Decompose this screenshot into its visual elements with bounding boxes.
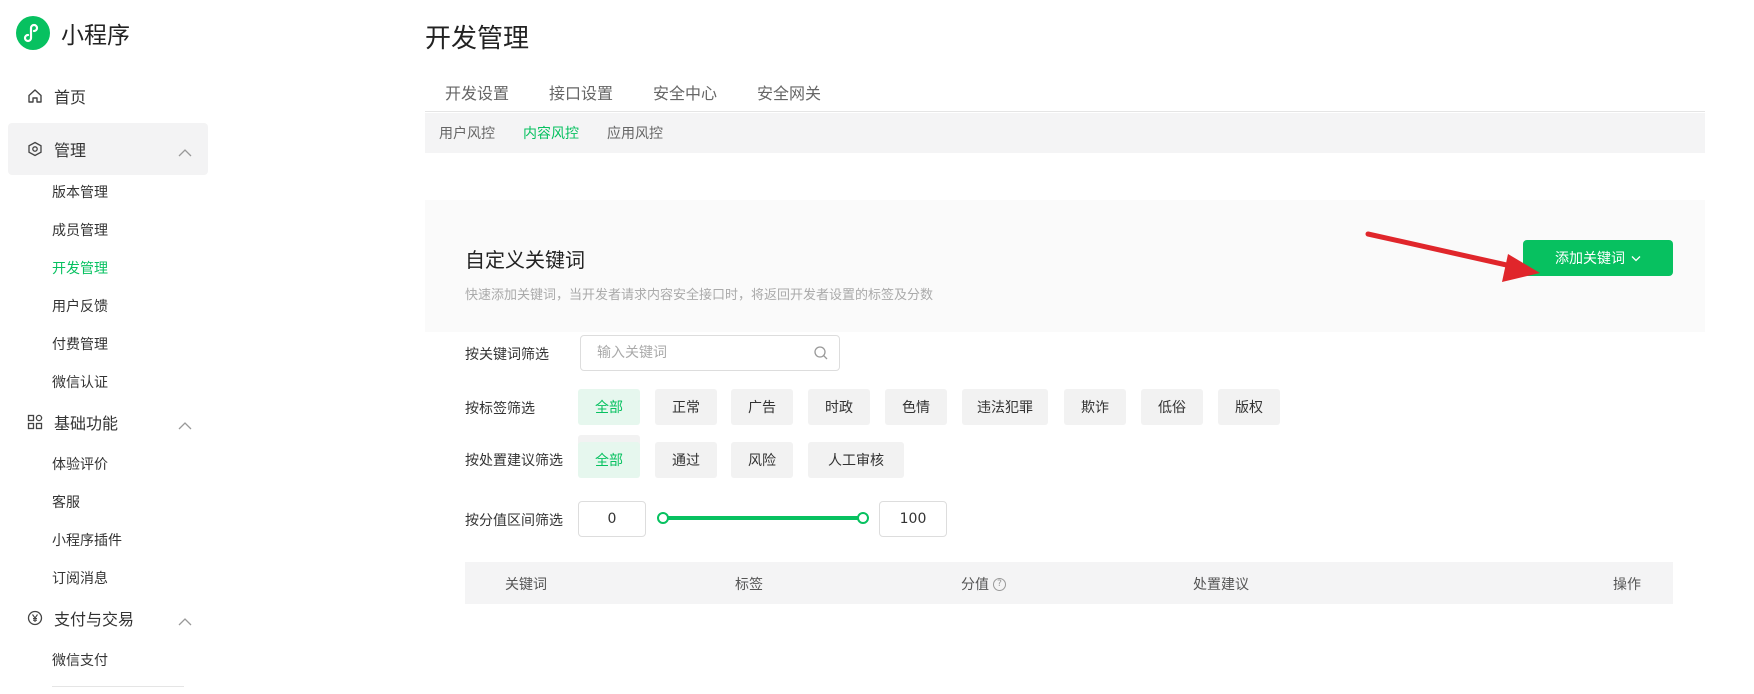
sidebar-item-home[interactable]: 首页 <box>8 70 208 122</box>
subtab-bar: 用户风控 内容风控 应用风控 <box>425 113 1705 153</box>
sidebar-group-pay[interactable]: 支付与交易 <box>8 592 208 644</box>
add-keyword-label: 添加关键词 <box>1555 251 1625 267</box>
suggestion-chip-risk[interactable]: 风险 <box>731 442 793 478</box>
tag-chip-all[interactable]: 全部 <box>578 389 640 425</box>
suggestion-chip-all[interactable]: 全部 <box>578 442 640 478</box>
subtab-user-risk[interactable]: 用户风控 <box>439 123 495 143</box>
hexagon-settings-icon <box>26 140 44 158</box>
score-max-input[interactable]: 100 <box>879 501 947 537</box>
chevron-down-icon <box>1631 250 1641 266</box>
tag-chip-copyright[interactable]: 版权 <box>1218 389 1280 425</box>
keyword-card: 自定义关键词 快速添加关键词，当开发者请求内容安全接口时，将返回开发者设置的标签… <box>425 200 1705 694</box>
sidebar-item-plugins[interactable]: 小程序插件 <box>52 530 122 550</box>
suggestion-chip-manual-review[interactable]: 人工审核 <box>808 442 904 478</box>
tab-security-gateway[interactable]: 安全网关 <box>757 80 821 111</box>
grid-icon <box>26 413 44 431</box>
sidebar-item-members[interactable]: 成员管理 <box>52 220 108 240</box>
tab-security-center[interactable]: 安全中心 <box>653 80 717 111</box>
tag-chip-politics[interactable]: 时政 <box>808 389 870 425</box>
suggestion-chip-pass[interactable]: 通过 <box>655 442 717 478</box>
tag-chip-porn[interactable]: 色情 <box>885 389 947 425</box>
sidebar: 小程序 首页 管理 版本管理 成员管理 开发管理 用户反馈 付费管理 微信认证 … <box>0 0 208 694</box>
th-actions: 操作 <box>1613 577 1641 593</box>
sidebar-group-label: 管理 <box>54 141 87 160</box>
sidebar-item-feedback[interactable]: 用户反馈 <box>52 296 108 316</box>
sidebar-group-label: 基础功能 <box>54 414 119 433</box>
filter-score-label: 按分值区间筛选 <box>465 513 563 529</box>
sidebar-item-experience[interactable]: 体验评价 <box>52 454 108 474</box>
chevron-up-icon <box>178 143 192 162</box>
sidebar-item-customer-service[interactable]: 客服 <box>52 492 80 512</box>
sidebar-group-label: 支付与交易 <box>54 610 135 629</box>
tag-chip-vulgar[interactable]: 低俗 <box>1141 389 1203 425</box>
add-keyword-button[interactable]: 添加关键词 <box>1523 240 1673 276</box>
score-min-input[interactable]: 0 <box>578 501 646 537</box>
card-title: 自定义关键词 <box>465 248 585 272</box>
keyword-search-input[interactable] <box>581 336 806 370</box>
filter-suggestion-label: 按处置建议筛选 <box>465 453 563 469</box>
score-slider-track[interactable] <box>663 516 863 520</box>
search-icon[interactable] <box>813 345 829 365</box>
tag-chip-fraud[interactable]: 欺诈 <box>1064 389 1126 425</box>
chevron-up-icon <box>178 612 192 631</box>
app-name: 小程序 <box>61 23 130 49</box>
th-tag: 标签 <box>735 577 763 593</box>
sidebar-item-dev-manage[interactable]: 开发管理 <box>52 258 108 278</box>
sidebar-item-version[interactable]: 版本管理 <box>52 182 108 202</box>
tab-api-settings[interactable]: 接口设置 <box>549 80 613 111</box>
th-score: 分值 ? <box>961 574 1006 594</box>
subtab-content-risk[interactable]: 内容风控 <box>523 123 579 143</box>
sidebar-divider <box>52 686 184 687</box>
filter-keyword-label: 按关键词筛选 <box>465 347 549 363</box>
miniprogram-logo-icon <box>16 16 50 50</box>
home-icon <box>26 87 44 105</box>
th-suggestion: 处置建议 <box>1193 577 1249 593</box>
sidebar-item-subscribe[interactable]: 订阅消息 <box>52 568 108 588</box>
sidebar-item-payment-manage[interactable]: 付费管理 <box>52 334 108 354</box>
chevron-up-icon <box>178 416 192 435</box>
score-slider-min-handle[interactable] <box>657 512 669 524</box>
tag-chip-illegal[interactable]: 违法犯罪 <box>962 389 1048 425</box>
yen-circle-icon <box>26 609 44 627</box>
tab-bar: 开发设置 接口设置 安全中心 安全网关 <box>425 80 1705 112</box>
card-header: 自定义关键词 快速添加关键词，当开发者请求内容安全接口时，将返回开发者设置的标签… <box>425 200 1705 332</box>
tab-dev-settings[interactable]: 开发设置 <box>445 80 509 111</box>
filter-tag-label: 按标签筛选 <box>465 401 535 417</box>
th-keyword: 关键词 <box>505 577 547 593</box>
card-description: 快速添加关键词，当开发者请求内容安全接口时，将返回开发者设置的标签及分数 <box>465 288 934 303</box>
th-score-label: 分值 <box>961 577 989 593</box>
help-icon[interactable]: ? <box>993 577 1006 591</box>
table-header: 关键词 标签 分值 ? 处置建议 操作 <box>465 562 1673 604</box>
sidebar-item-wechat-pay[interactable]: 微信支付 <box>52 650 108 670</box>
subtab-app-risk[interactable]: 应用风控 <box>607 123 663 143</box>
sidebar-item-label: 首页 <box>54 88 87 107</box>
sidebar-group-basic[interactable]: 基础功能 <box>8 396 208 448</box>
tag-chip-normal[interactable]: 正常 <box>655 389 717 425</box>
tag-chip-ad[interactable]: 广告 <box>731 389 793 425</box>
sidebar-group-manage[interactable]: 管理 <box>8 123 208 175</box>
page-title: 开发管理 <box>425 24 530 54</box>
brand[interactable]: 小程序 <box>16 16 130 50</box>
keyword-search-box <box>580 335 840 371</box>
score-slider-max-handle[interactable] <box>857 512 869 524</box>
sidebar-item-wechat-verify[interactable]: 微信认证 <box>52 372 108 392</box>
